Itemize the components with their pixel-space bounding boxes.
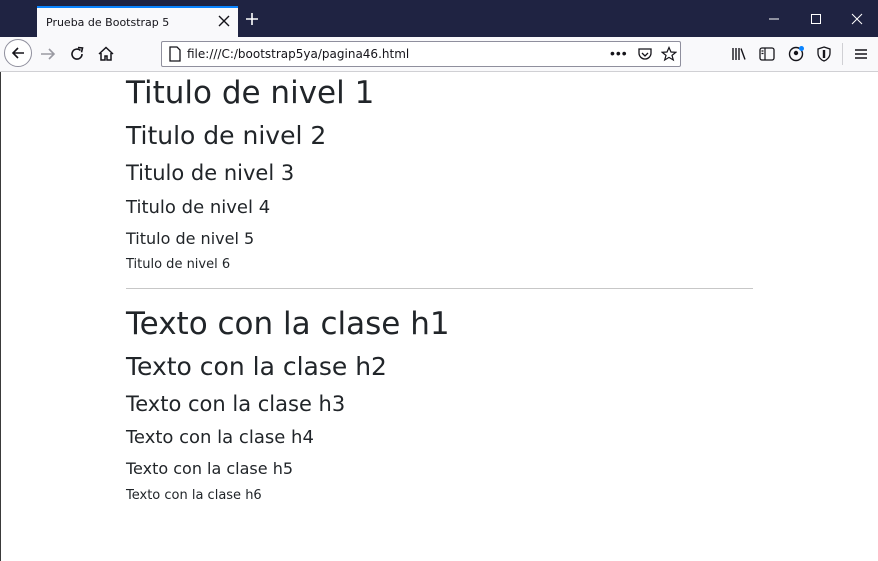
sidebar-icon[interactable] [758, 45, 776, 63]
tab-active[interactable]: Prueba de Bootstrap 5 [37, 6, 238, 37]
url-text[interactable]: file:///C:/bootstrap5ya/pagina46.html [187, 47, 409, 61]
page-icon [169, 46, 181, 62]
star-icon[interactable] [661, 46, 677, 62]
heading-3: Titulo de nivel 3 [126, 161, 295, 185]
back-button[interactable] [4, 39, 32, 67]
heading-1: Titulo de nivel 1 [126, 75, 375, 111]
class-h3-text: Texto con la clase h3 [126, 392, 346, 416]
class-h1-text: Texto con la clase h1 [126, 306, 450, 342]
maximize-icon[interactable] [809, 12, 823, 26]
navigation-toolbar: file:///C:/bootstrap5ya/pagina46.html ••… [0, 37, 878, 72]
account-icon[interactable] [787, 45, 805, 63]
toolbar-separator [842, 43, 843, 65]
class-h6-text: Texto con la clase h6 [126, 488, 262, 503]
close-icon[interactable] [216, 13, 232, 29]
heading-5: Titulo de nivel 5 [126, 229, 255, 248]
class-h2-text: Texto con la clase h2 [126, 352, 387, 381]
browser-titlebar: Prueba de Bootstrap 5 [0, 0, 878, 37]
page-actions-menu[interactable]: ••• [610, 45, 628, 61]
window-close-icon[interactable] [850, 12, 864, 26]
class-h4-text: Texto con la clase h4 [126, 427, 314, 448]
arrow-left-icon [11, 47, 24, 59]
tab-title: Prueba de Bootstrap 5 [46, 16, 170, 29]
plus-icon[interactable] [244, 11, 260, 27]
arrow-right-icon[interactable] [39, 45, 57, 63]
minimize-icon[interactable] [767, 12, 781, 26]
class-h5-text: Texto con la clase h5 [126, 459, 294, 478]
heading-2: Titulo de nivel 2 [126, 121, 327, 150]
reload-icon[interactable] [68, 45, 86, 63]
shield-icon[interactable] [815, 45, 833, 63]
horizontal-rule [126, 288, 753, 289]
heading-6: Titulo de nivel 6 [126, 257, 231, 272]
pocket-icon[interactable] [637, 46, 653, 62]
url-bar[interactable]: file:///C:/bootstrap5ya/pagina46.html ••… [161, 41, 681, 67]
heading-4: Titulo de nivel 4 [126, 197, 271, 218]
library-icon[interactable] [730, 45, 748, 63]
hamburger-icon[interactable] [852, 45, 870, 63]
viewport-border [0, 72, 1, 561]
home-icon[interactable] [97, 45, 115, 63]
